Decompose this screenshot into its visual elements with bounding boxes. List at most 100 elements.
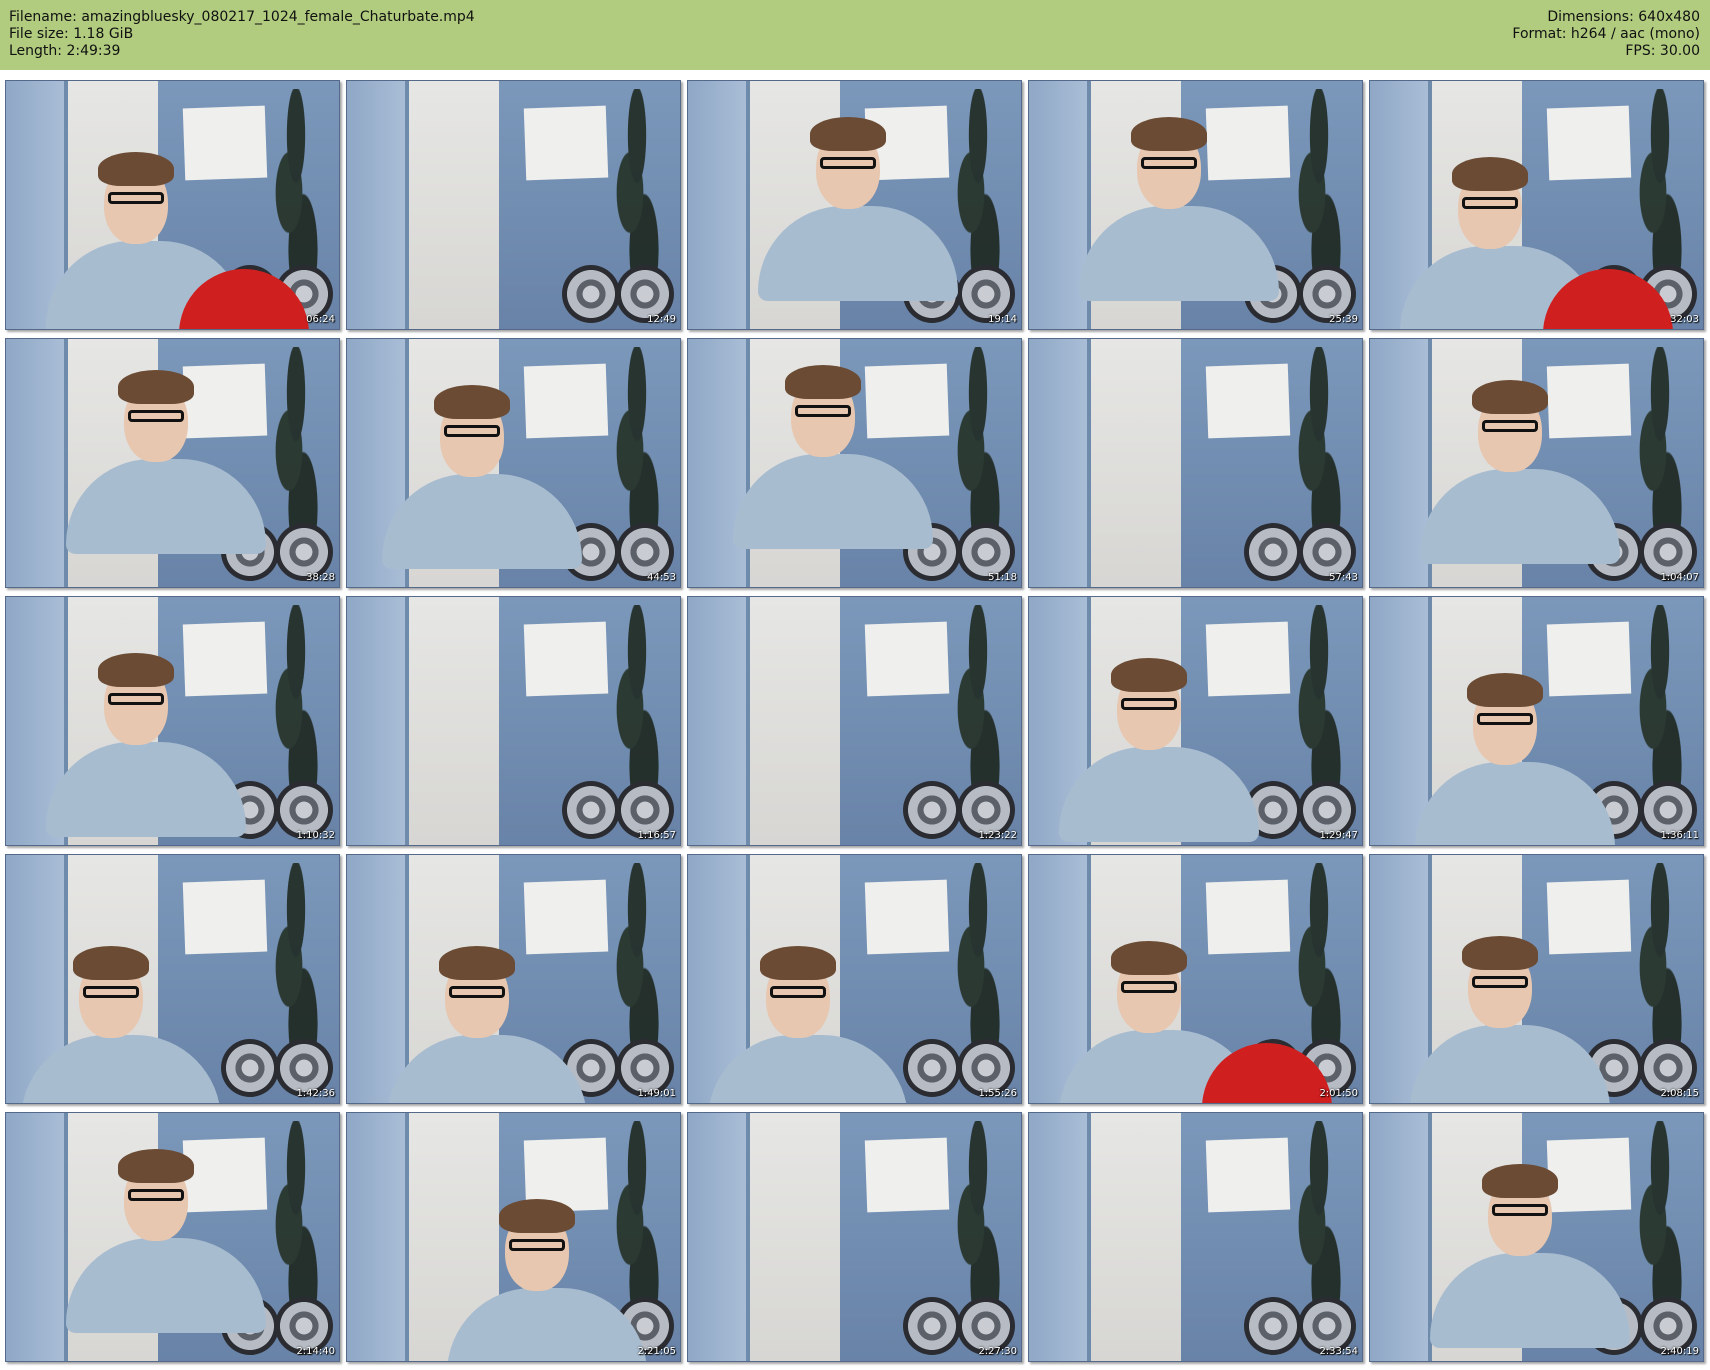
thumbnail[interactable]: 2:01:50 <box>1028 854 1363 1104</box>
hair <box>439 946 515 980</box>
glasses <box>1477 713 1533 725</box>
person <box>733 349 933 549</box>
thumbnail[interactable]: 51:18 <box>687 338 1022 588</box>
thumbnail-image <box>6 81 339 329</box>
thumbnail-image <box>688 855 1021 1103</box>
hair <box>73 946 149 980</box>
thumbnail[interactable]: 19:14 <box>687 80 1022 330</box>
glasses <box>83 986 139 998</box>
thumbnail-image <box>1029 81 1362 329</box>
hair <box>1482 1164 1558 1198</box>
hair <box>810 117 886 151</box>
thumbnail-image <box>347 1113 680 1361</box>
person <box>1415 657 1615 845</box>
timestamp: 51:18 <box>988 572 1017 583</box>
thumbnail[interactable]: 2:27:30 <box>687 1112 1022 1362</box>
thumbnail-image <box>1370 1113 1703 1361</box>
glasses <box>1472 976 1528 988</box>
sweater <box>46 742 246 837</box>
thumbnail[interactable]: 32:03 <box>1369 80 1704 330</box>
timestamp: 2:08:15 <box>1660 1088 1699 1099</box>
thumbnail[interactable]: 2:21:05 <box>346 1112 681 1362</box>
hair <box>1111 658 1187 692</box>
door <box>409 81 499 329</box>
sweater <box>1415 762 1615 845</box>
thumbnail-image <box>688 1113 1021 1361</box>
timestamp: 1:23:22 <box>978 830 1017 841</box>
wheel <box>562 265 620 323</box>
thumbnail[interactable]: 1:23:22 <box>687 596 1022 846</box>
thumbnail[interactable]: 38:28 <box>5 338 340 588</box>
wall-left <box>6 1113 64 1361</box>
thumbnail[interactable]: 1:29:47 <box>1028 596 1363 846</box>
timestamp: 19:14 <box>988 314 1017 325</box>
hair <box>1467 673 1543 707</box>
timestamp: 1:29:47 <box>1319 830 1358 841</box>
person <box>1410 920 1610 1103</box>
poster <box>864 621 950 697</box>
thumbnail-image <box>1370 597 1703 845</box>
glasses <box>820 157 876 169</box>
person <box>46 637 246 837</box>
thumbnail[interactable]: 1:36:11 <box>1369 596 1704 846</box>
thumbnail[interactable]: 06:24 <box>5 80 340 330</box>
timestamp: 2:21:05 <box>637 1346 676 1357</box>
sweater <box>1079 206 1279 301</box>
thumbnail[interactable]: 1:49:01 <box>346 854 681 1104</box>
wheel <box>903 781 961 839</box>
glasses <box>509 1239 565 1251</box>
thumbnail[interactable]: 2:40:19 <box>1369 1112 1704 1362</box>
thumbnail[interactable]: 1:42:36 <box>5 854 340 1104</box>
person <box>66 1133 266 1333</box>
timestamp: 1:10:32 <box>296 830 335 841</box>
person <box>382 369 582 569</box>
thumbnail-image <box>1029 339 1362 587</box>
thumbnail-image <box>1029 855 1362 1103</box>
hair <box>499 1199 575 1233</box>
thumbnail[interactable]: 1:55:26 <box>687 854 1022 1104</box>
poster <box>1205 363 1291 439</box>
sweater <box>21 1035 221 1103</box>
glasses <box>1482 420 1538 432</box>
wall-left <box>1029 339 1087 587</box>
hair <box>760 946 836 980</box>
thumbnail[interactable]: 1:10:32 <box>5 596 340 846</box>
thumbnail-grid: 06:24 12:49 19:14 25:39 32:03 38:28 44:53 51:18… <box>0 0 1710 1370</box>
thumbnail[interactable]: 1:04:07 <box>1369 338 1704 588</box>
sweater <box>66 1238 266 1333</box>
sweater <box>1059 747 1259 842</box>
timestamp: 2:33:54 <box>1319 1346 1358 1357</box>
sweater <box>1420 469 1620 564</box>
thumbnail[interactable]: 1:16:57 <box>346 596 681 846</box>
thumbnail[interactable]: 57:43 <box>1028 338 1363 588</box>
timestamp: 57:43 <box>1329 572 1358 583</box>
timestamp: 2:01:50 <box>1319 1088 1358 1099</box>
thumbnail[interactable]: 2:14:40 <box>5 1112 340 1362</box>
hair <box>1472 380 1548 414</box>
hair <box>785 365 861 399</box>
timestamp: 1:42:36 <box>296 1088 335 1099</box>
door <box>1091 1113 1181 1361</box>
glasses <box>795 405 851 417</box>
wall-left <box>6 339 64 587</box>
wheel <box>221 1039 279 1097</box>
door <box>1091 339 1181 587</box>
thumbnail[interactable]: 25:39 <box>1028 80 1363 330</box>
hair <box>98 152 174 186</box>
thumbnail[interactable]: 44:53 <box>346 338 681 588</box>
thumbnail-image <box>1029 1113 1362 1361</box>
sweater <box>1410 1025 1610 1103</box>
timestamp: 38:28 <box>306 572 335 583</box>
poster <box>1205 1137 1291 1213</box>
thumbnail-image <box>1370 855 1703 1103</box>
person <box>66 354 266 554</box>
timestamp: 12:49 <box>647 314 676 325</box>
poster <box>523 105 609 181</box>
wheel <box>562 781 620 839</box>
thumbnail[interactable]: 2:08:15 <box>1369 854 1704 1104</box>
sweater <box>387 1035 587 1103</box>
thumbnail[interactable]: 12:49 <box>346 80 681 330</box>
wall-left <box>688 81 746 329</box>
thumbnail[interactable]: 2:33:54 <box>1028 1112 1363 1362</box>
thumbnail-image <box>347 855 680 1103</box>
